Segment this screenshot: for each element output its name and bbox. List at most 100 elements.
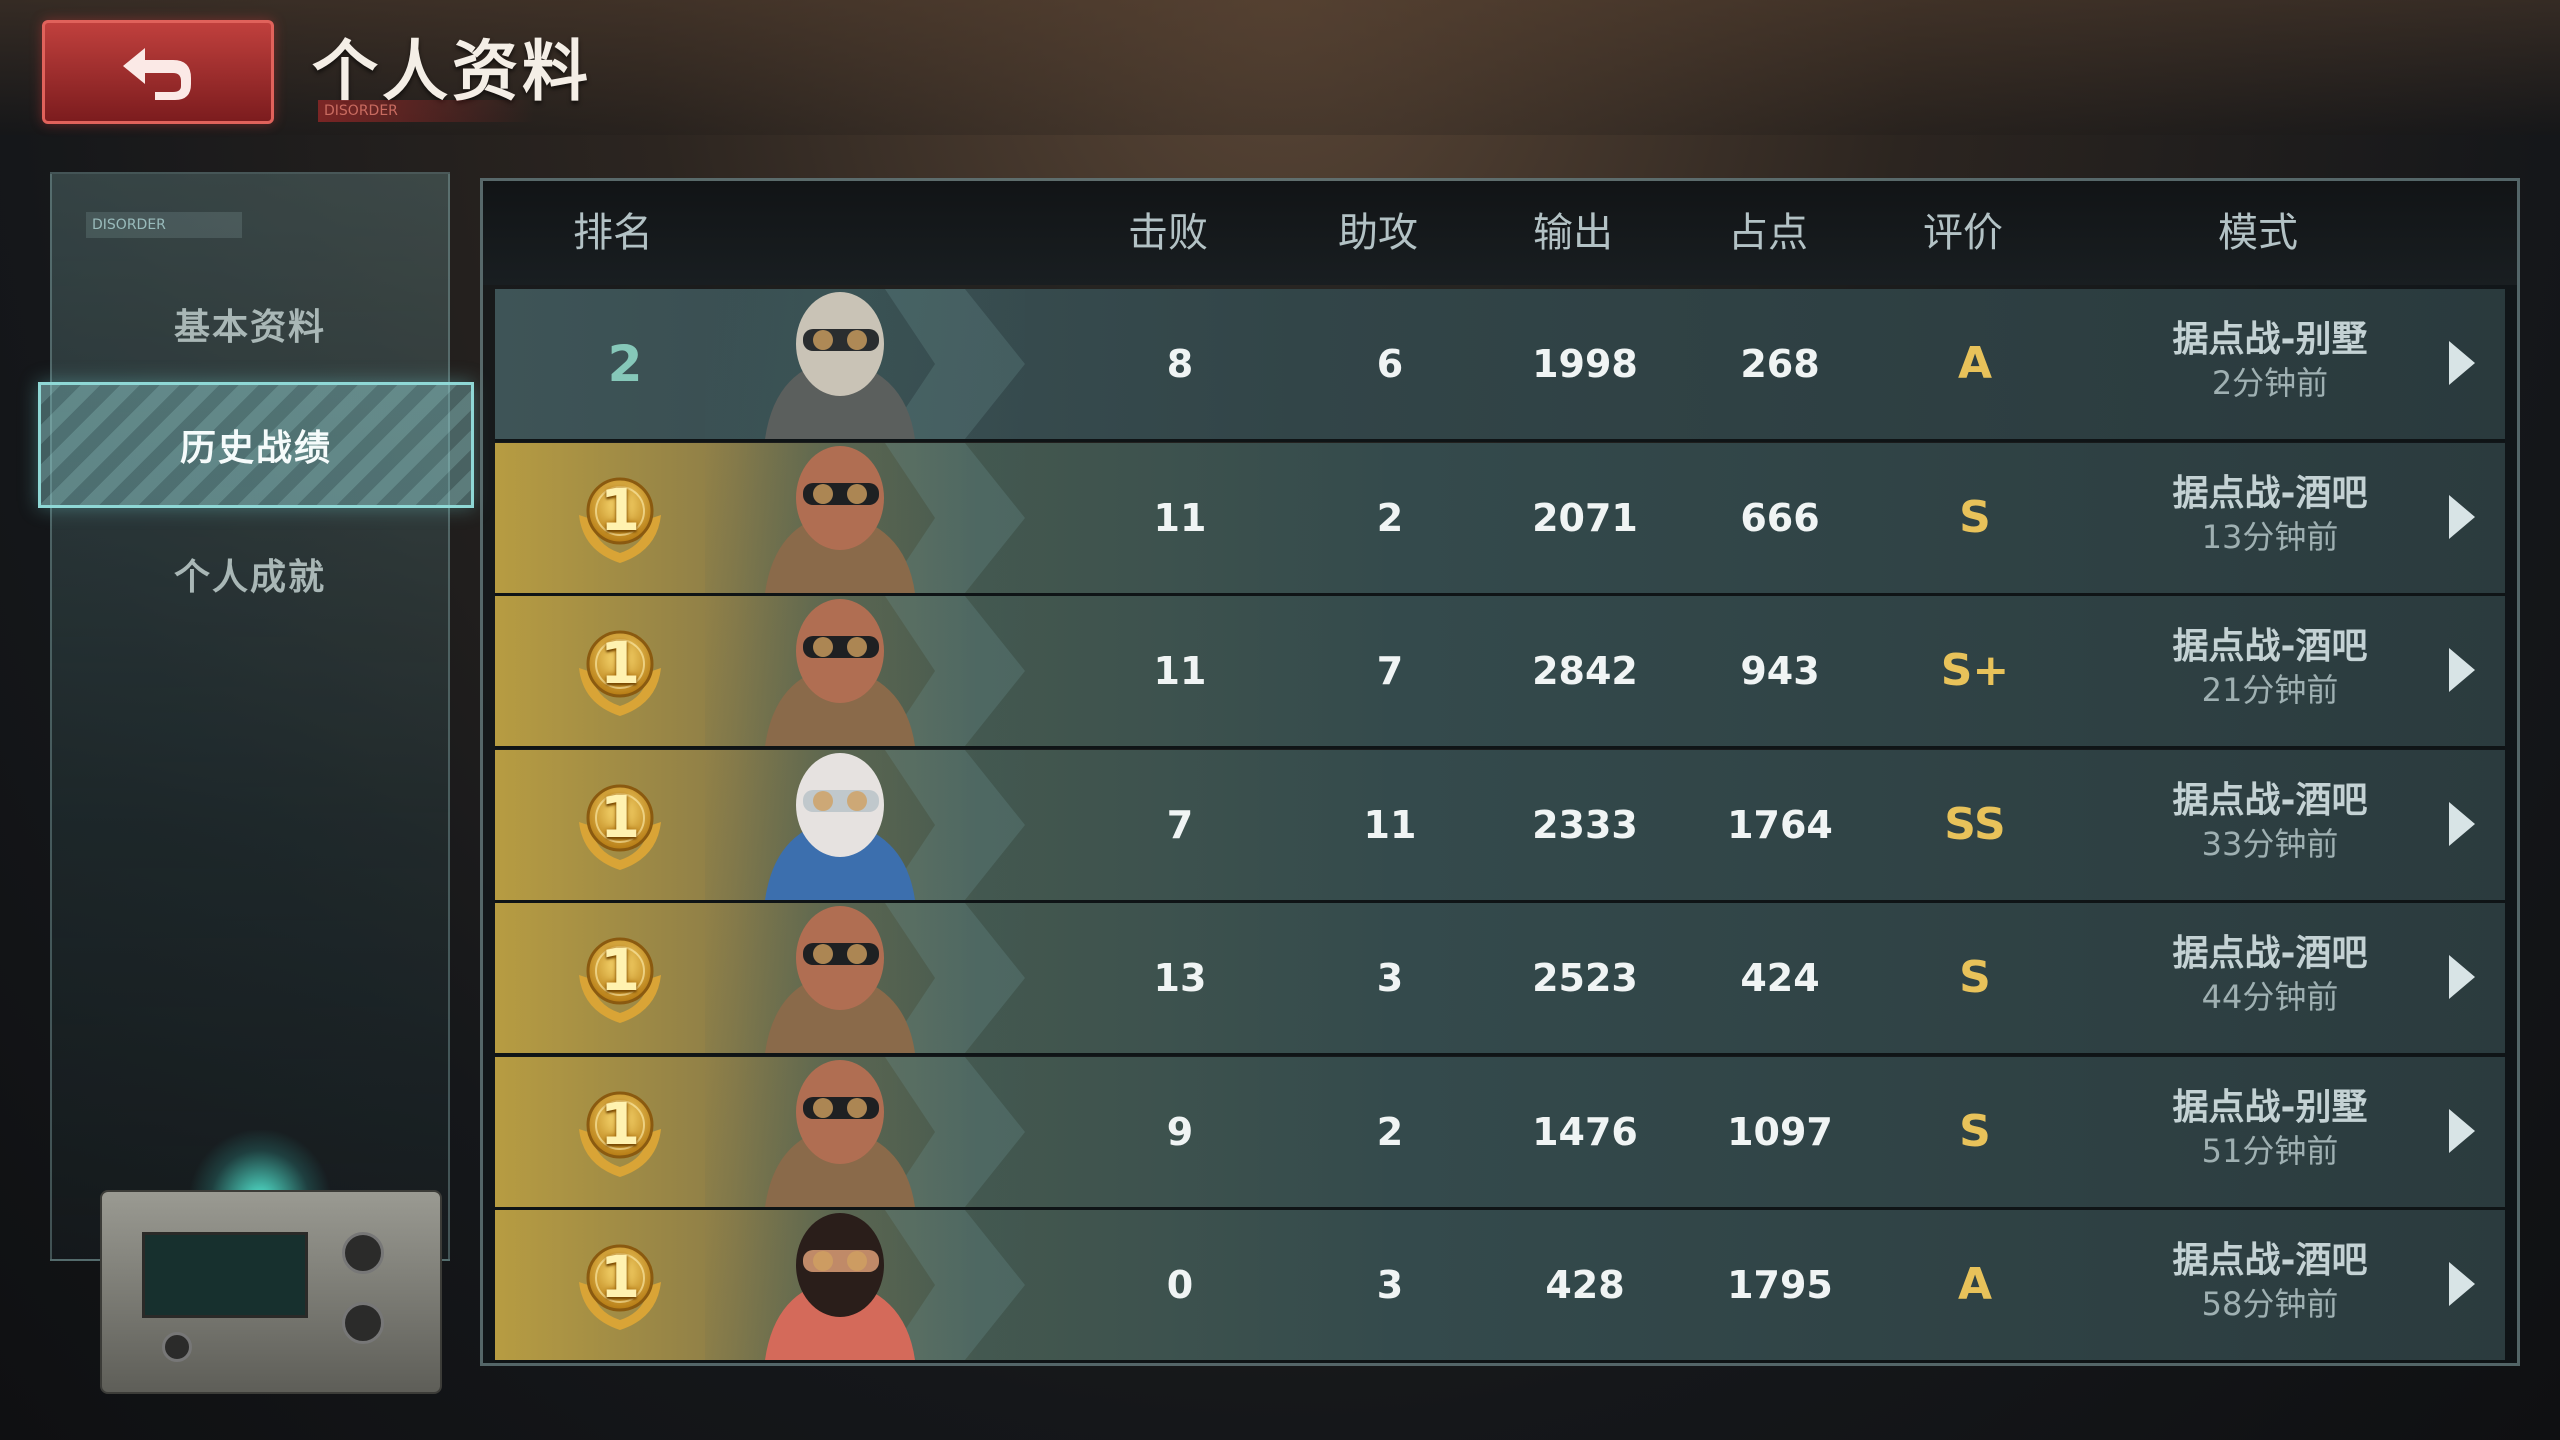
sidebar-item-label: 基本资料 <box>173 307 326 348</box>
title-tag: DISORDER <box>318 100 534 122</box>
match-mode: 据点战-酒吧 33分钟前 <box>2120 778 2420 864</box>
back-arrow-icon <box>123 48 191 100</box>
table-row[interactable]: 1 9 2 1476 1097 S 据点战-别墅 51分钟前 <box>495 1056 2505 1210</box>
stat-capture: 268 <box>1740 342 1820 386</box>
table-row[interactable]: 2 8 6 1998 268 A 据点战-别墅 2分钟前 <box>495 289 2505 442</box>
stat-kills: 11 <box>1153 649 1207 693</box>
column-header-capture: 占点 <box>1728 210 1808 256</box>
sidebar-item-achievements[interactable]: 个人成就 <box>52 524 448 624</box>
sidebar-item-label: 历史战绩 <box>179 428 332 469</box>
gold-medal-icon: 1 <box>565 770 675 880</box>
chevron-right-icon[interactable] <box>2449 648 2475 692</box>
chevron-right-icon[interactable] <box>2449 955 2475 999</box>
stat-output: 2842 <box>1532 649 1638 693</box>
column-header-output: 输出 <box>1533 210 1613 256</box>
sidebar-item-basic-info[interactable]: 基本资料 <box>52 274 448 374</box>
match-mode: 据点战-别墅 2分钟前 <box>2120 317 2420 403</box>
device-knob <box>342 1232 384 1274</box>
match-time: 44分钟前 <box>2201 978 2339 1016</box>
character-avatar <box>705 1210 1025 1360</box>
stat-assists: 6 <box>1376 342 1404 386</box>
column-header-assists: 助攻 <box>1338 210 1418 256</box>
gold-medal-icon: 1 <box>565 1230 675 1340</box>
match-mode: 据点战-别墅 51分钟前 <box>2120 1085 2420 1171</box>
match-mode: 据点战-酒吧 13分钟前 <box>2120 471 2420 557</box>
stat-kills: 9 <box>1166 1109 1194 1154</box>
radio-device-decoration <box>100 1190 442 1394</box>
chevron-right-icon[interactable] <box>2449 494 2475 539</box>
gold-medal-icon: 1 <box>565 463 675 573</box>
mode-name: 据点战-酒吧 <box>2172 779 2368 821</box>
stat-capture: 943 <box>1740 649 1820 693</box>
gold-medal-icon: 1 <box>565 1077 675 1187</box>
grade-badge: S <box>1959 1105 1991 1157</box>
table-row[interactable]: 1 11 7 2842 943 S+ 据点战-酒吧 21分钟前 <box>495 596 2505 749</box>
rank-number: 1 <box>599 629 641 697</box>
chevron-right-icon[interactable] <box>2449 1262 2475 1306</box>
stat-assists: 3 <box>1376 956 1404 1000</box>
grade-badge: A <box>1957 338 1993 389</box>
stat-capture: 666 <box>1740 495 1820 540</box>
match-history-table: 排名 击败 助攻 输出 占点 评价 模式 2 8 6 1998 268 A 据点战-别墅 2分… <box>480 178 2520 1366</box>
match-mode: 据点战-酒吧 21分钟前 <box>2120 624 2420 710</box>
stat-output: 2071 <box>1532 495 1638 540</box>
mode-name: 据点战-酒吧 <box>2172 472 2368 514</box>
stat-kills: 13 <box>1153 956 1207 1000</box>
stat-assists: 2 <box>1376 495 1404 540</box>
stat-assists: 3 <box>1376 1263 1404 1307</box>
table-row[interactable]: 1 0 3 428 1795 A 据点战-酒吧 58分钟前 <box>495 1210 2505 1363</box>
stat-capture: 1097 <box>1727 1109 1833 1154</box>
character-avatar <box>705 1056 1025 1207</box>
table-header: 排名 击败 助攻 输出 占点 评价 模式 <box>483 181 2517 285</box>
stat-capture: 1764 <box>1727 802 1833 847</box>
device-knob <box>162 1332 192 1362</box>
stat-output: 2523 <box>1532 956 1638 1000</box>
match-mode: 据点战-酒吧 58分钟前 <box>2120 1238 2420 1324</box>
stat-kills: 11 <box>1153 495 1207 540</box>
table-row[interactable]: 1 11 2 2071 666 S 据点战-酒吧 13分钟前 <box>495 442 2505 596</box>
stat-output: 1476 <box>1532 1109 1638 1154</box>
rank-number: 1 <box>599 1243 641 1311</box>
stat-kills: 8 <box>1166 342 1194 386</box>
device-knob <box>342 1302 384 1344</box>
back-button[interactable] <box>42 20 274 124</box>
match-time: 13分钟前 <box>2201 517 2339 556</box>
mode-name: 据点战-酒吧 <box>2172 626 2368 667</box>
rank-number: 1 <box>599 936 641 1004</box>
table-row[interactable]: 1 13 3 2523 424 S 据点战-酒吧 44分钟前 <box>495 903 2505 1056</box>
match-time: 2分钟前 <box>2211 364 2329 402</box>
character-avatar <box>705 442 1025 593</box>
column-header-kills: 击败 <box>1128 210 1208 256</box>
sidebar: DISORDER 基本资料 历史战绩 个人成就 <box>38 172 474 1261</box>
grade-badge: S <box>1959 952 1991 1003</box>
mode-name: 据点战-别墅 <box>2172 319 2368 360</box>
gold-medal-icon: 1 <box>565 923 675 1033</box>
table-row[interactable]: 1 7 11 2333 1764 SS 据点战-酒吧 33分钟前 <box>495 749 2505 903</box>
grade-badge: SS <box>1944 798 2006 850</box>
rank-number: 1 <box>599 782 641 851</box>
device-screen <box>142 1232 308 1318</box>
stat-assists: 2 <box>1376 1109 1404 1154</box>
chevron-right-icon[interactable] <box>2449 801 2475 846</box>
gold-medal-icon: 1 <box>565 616 675 726</box>
sidebar-item-match-history[interactable]: 历史战绩 <box>38 382 474 508</box>
stat-capture: 1795 <box>1727 1263 1833 1307</box>
match-time: 21分钟前 <box>2201 671 2339 709</box>
match-time: 51分钟前 <box>2201 1131 2339 1170</box>
grade-badge: A <box>1957 1259 1993 1310</box>
mode-name: 据点战-酒吧 <box>2172 1240 2368 1281</box>
stat-capture: 424 <box>1740 956 1820 1000</box>
mode-name: 据点战-酒吧 <box>2172 933 2368 974</box>
column-header-mode: 模式 <box>2218 210 2298 256</box>
rank-number: 1 <box>599 475 641 544</box>
mode-name: 据点战-别墅 <box>2172 1086 2368 1128</box>
sidebar-tag: DISORDER <box>86 212 242 238</box>
character-avatar <box>705 903 1025 1053</box>
rank-number: 1 <box>599 1089 641 1158</box>
match-time: 33分钟前 <box>2201 824 2339 863</box>
stat-assists: 11 <box>1363 802 1417 847</box>
column-header-rank: 排名 <box>573 210 653 256</box>
match-mode: 据点战-酒吧 44分钟前 <box>2120 931 2420 1017</box>
chevron-right-icon[interactable] <box>2449 1108 2475 1153</box>
chevron-right-icon[interactable] <box>2449 341 2475 385</box>
